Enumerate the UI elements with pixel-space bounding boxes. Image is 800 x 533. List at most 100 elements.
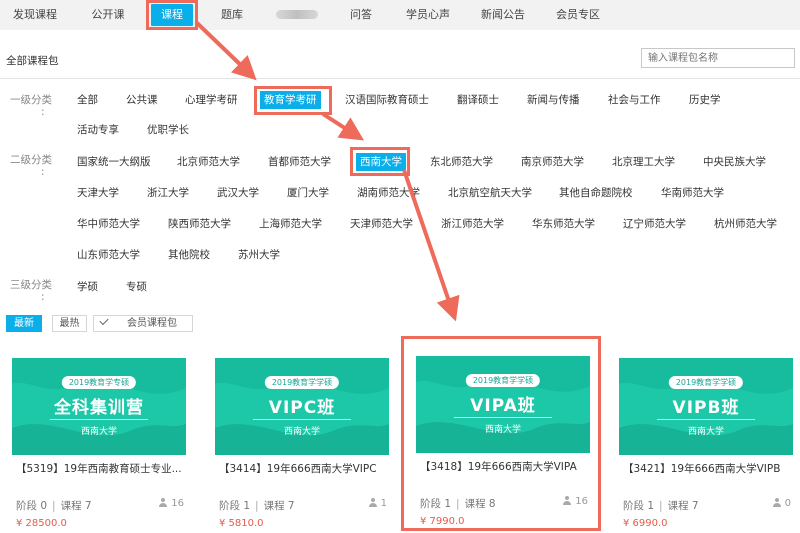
card-cover-image[interactable]: 2019教育学专硕 全科集训营 西南大学 — [12, 358, 186, 455]
level1-tag[interactable]: 历史学 — [689, 91, 721, 109]
level2-tag[interactable]: 东北师范大学 — [430, 153, 493, 171]
highlight-box-level1 — [254, 86, 332, 115]
level2-tag[interactable]: 辽宁师范大学 — [623, 215, 686, 233]
cover-tag: 2019教育学学硕 — [668, 376, 744, 389]
cover-divider — [657, 419, 755, 420]
course-count: 7 — [84, 500, 92, 512]
sort-newest-button[interactable]: 最新 — [6, 315, 42, 332]
level2-tag[interactable]: 中央民族大学 — [703, 153, 766, 171]
card-meta: 阶段 0 | 课程 7 — [16, 500, 92, 512]
level1-tag[interactable]: 优职学长 — [147, 121, 189, 139]
top-nav: 发现课程 公开课 课程包 题库 问答 学员心声 新闻公告 会员专区 — [0, 0, 800, 43]
card-meta: 阶段 1 | 课程 7 — [219, 500, 295, 512]
level2-tag[interactable]: 杭州师范大学 — [714, 215, 777, 233]
highlight-box-card — [401, 336, 601, 531]
level2-tag[interactable]: 浙江大学 — [147, 184, 189, 202]
cover-title: 全科集训营 — [54, 398, 144, 418]
level2-tag[interactable]: 浙江师范大学 — [441, 215, 504, 233]
level2-tag[interactable]: 其他院校 — [168, 246, 210, 264]
level2-tag[interactable]: 湖南师范大学 — [357, 184, 420, 202]
cover-title: VIPB班 — [672, 398, 740, 418]
highlight-box-level2 — [350, 147, 410, 176]
nav-news[interactable]: 新闻公告 — [475, 4, 531, 26]
level2-tag[interactable]: 武汉大学 — [217, 184, 259, 202]
nav-question-bank[interactable]: 题库 — [212, 4, 252, 26]
level2-tag[interactable]: 首都师范大学 — [268, 153, 331, 171]
nav-discover[interactable]: 发现课程 — [4, 4, 66, 26]
level1-tag[interactable]: 公共课 — [126, 91, 158, 109]
check-icon — [99, 315, 109, 326]
highlight-box-nav — [146, 0, 198, 30]
level3-tag[interactable]: 学硕 — [77, 278, 98, 296]
course-label: 课程 — [263, 500, 285, 512]
level2-tag[interactable]: 上海师范大学 — [259, 215, 322, 233]
level1-tag[interactable]: 活动专享 — [77, 121, 119, 139]
cover-tag: 2019教育学学硕 — [264, 376, 340, 389]
arrow-2 — [321, 112, 365, 141]
student-count-value: 16 — [171, 498, 184, 509]
member-package-label: 会员课程包 — [127, 318, 177, 329]
card-title-link[interactable]: 【3421】19年666西南大学VIPB — [623, 461, 780, 476]
nav-qa[interactable]: 问答 — [341, 4, 381, 26]
cover-school: 西南大学 — [283, 427, 320, 437]
level2-label: 二级分类 — [10, 154, 52, 166]
card-title-link[interactable]: 【5319】19年西南教育硕士专业... — [16, 461, 182, 476]
level2-tag[interactable]: 其他自命题院校 — [559, 184, 633, 202]
card-price: ¥ 6990.0 — [623, 518, 668, 529]
member-package-toggle[interactable]: 会员课程包 — [93, 315, 193, 332]
stage-count: 0 — [40, 500, 48, 512]
level1-colon: : — [41, 106, 45, 118]
nav-member-zone[interactable]: 会员专区 — [550, 4, 606, 26]
level1-tag[interactable]: 汉语国际教育硕士 — [345, 91, 429, 109]
level2-tag[interactable]: 国家统一大纲版 — [77, 153, 151, 171]
level2-tag[interactable]: 北京师范大学 — [177, 153, 240, 171]
level3-tag[interactable]: 专硕 — [126, 278, 147, 296]
level2-tag[interactable]: 苏州大学 — [238, 246, 280, 264]
card-price: ¥ 5810.0 — [219, 518, 264, 529]
nav-testimonials[interactable]: 学员心声 — [400, 4, 456, 26]
package-card[interactable]: 2019教育学学硕 VIPC班 西南大学 【3414】19年666西南大学VIP… — [215, 358, 389, 530]
student-count: 1 — [368, 498, 387, 509]
level2-tag[interactable]: 南京师范大学 — [521, 153, 584, 171]
student-count: 16 — [159, 498, 184, 509]
level2-tag[interactable]: 华中师范大学 — [77, 215, 140, 233]
stage-label: 阶段 — [16, 500, 37, 512]
course-count: 7 — [287, 500, 295, 512]
level1-tag[interactable]: 心理学考研 — [185, 91, 238, 109]
level2-tag[interactable]: 陕西师范大学 — [168, 215, 231, 233]
course-label: 课程 — [60, 500, 82, 512]
course-package-page: 发现课程 公开课 课程包 题库 问答 学员心声 新闻公告 会员专区 全部课程包 … — [0, 0, 800, 533]
level3-colon: : — [41, 291, 45, 303]
card-title-link[interactable]: 【3414】19年666西南大学VIPC — [219, 461, 377, 476]
nav-open-class[interactable]: 公开课 — [84, 4, 132, 26]
student-count: 0 — [772, 498, 791, 509]
cover-divider — [50, 419, 148, 420]
stage-count: 1 — [243, 500, 251, 512]
level1-tag[interactable]: 翻译硕士 — [457, 91, 499, 109]
sort-hottest-button[interactable]: 最热 — [52, 315, 87, 332]
cover-divider — [253, 419, 351, 420]
level2-tag[interactable]: 天津大学 — [77, 184, 119, 202]
level1-tag[interactable]: 全部 — [77, 91, 98, 109]
cover-tag: 2019教育学专硕 — [61, 376, 137, 389]
stage-label: 阶段 — [219, 500, 240, 512]
level2-tag[interactable]: 厦门大学 — [287, 184, 329, 202]
level2-tag[interactable]: 山东师范大学 — [77, 246, 140, 264]
card-cover-image[interactable]: 2019教育学学硕 VIPB班 西南大学 — [619, 358, 793, 455]
package-card[interactable]: 2019教育学学硕 VIPB班 西南大学 【3421】19年666西南大学VIP… — [619, 358, 793, 530]
level2-tag[interactable]: 华东师范大学 — [532, 215, 595, 233]
level1-tag[interactable]: 社会与工作 — [608, 91, 661, 109]
package-card[interactable]: 2019教育学专硕 全科集训营 西南大学 【5319】19年西南教育硕士专业..… — [12, 358, 186, 530]
card-cover-image[interactable]: 2019教育学学硕 VIPC班 西南大学 — [215, 358, 389, 455]
level2-tag[interactable]: 北京理工大学 — [612, 153, 675, 171]
level1-tag[interactable]: 新闻与传播 — [527, 91, 580, 109]
level2-tag[interactable]: 北京航空航天大学 — [448, 184, 532, 202]
level2-tag[interactable]: 华南师范大学 — [661, 184, 724, 202]
user-icon — [159, 498, 168, 507]
package-search-input[interactable] — [641, 48, 795, 68]
nav-blurred-item[interactable] — [276, 10, 318, 19]
course-label: 课程 — [667, 500, 689, 512]
level2-tag[interactable]: 天津师范大学 — [350, 215, 413, 233]
course-count: 7 — [691, 500, 699, 512]
stage-count: 1 — [647, 500, 655, 512]
